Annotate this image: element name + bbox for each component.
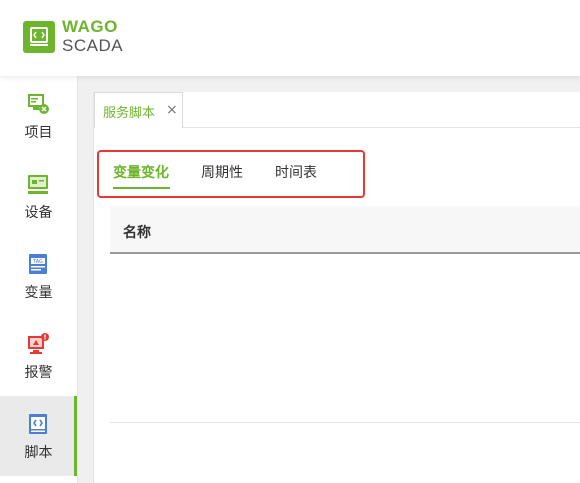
sidebar-item-project[interactable]: 项目 [0, 76, 77, 156]
tab-periodic[interactable]: 周期性 [201, 162, 243, 182]
sidebar-item-script[interactable]: 脚本 [0, 396, 77, 476]
table-header: 名称 [110, 206, 580, 254]
tag-icon: TAG [29, 254, 47, 274]
device-icon [28, 175, 48, 194]
column-header-name[interactable]: 名称 [123, 222, 151, 242]
wago-logo-icon [23, 21, 55, 53]
alarm-icon [28, 333, 49, 354]
sidebar-item-device[interactable]: 设备 [0, 156, 77, 236]
script-type-tabs: 变量变化 周期性 时间表 [97, 150, 365, 198]
tab-variable-change[interactable]: 变量变化 [113, 162, 169, 182]
sidebar-item-label: 报警 [24, 365, 53, 381]
table-bottom-border [110, 422, 580, 423]
sidebar-item-alarm[interactable]: 报警 [0, 316, 77, 396]
project-icon [28, 94, 49, 114]
script-icon [29, 414, 47, 434]
svg-text:TAG: TAG [32, 259, 43, 265]
sidebar-item-label: 项目 [24, 125, 53, 141]
sidebar-item-label: 脚本 [24, 445, 53, 461]
main-panel: 服务脚本 × 变量变化 周期性 时间表 名称 [93, 92, 580, 483]
app-header: WAGO SCADA [0, 0, 580, 76]
brand-subtitle: SCADA [62, 36, 124, 55]
tab-service-script[interactable]: 服务脚本 × [94, 92, 183, 128]
sidebar-item-label: 设备 [24, 205, 53, 221]
tab-bar-divider [183, 127, 580, 128]
active-tab-indicator [113, 187, 170, 189]
close-icon[interactable]: × [166, 102, 178, 118]
sidebar: 项目 设备 TAG 变量 报警 脚本 [0, 76, 78, 483]
sidebar-item-label: 变量 [24, 285, 53, 301]
tab-schedule[interactable]: 时间表 [275, 162, 317, 182]
brand-name: WAGO [62, 17, 118, 36]
sidebar-item-tag[interactable]: TAG 变量 [0, 236, 77, 316]
tab-label: 服务脚本 [103, 106, 156, 121]
